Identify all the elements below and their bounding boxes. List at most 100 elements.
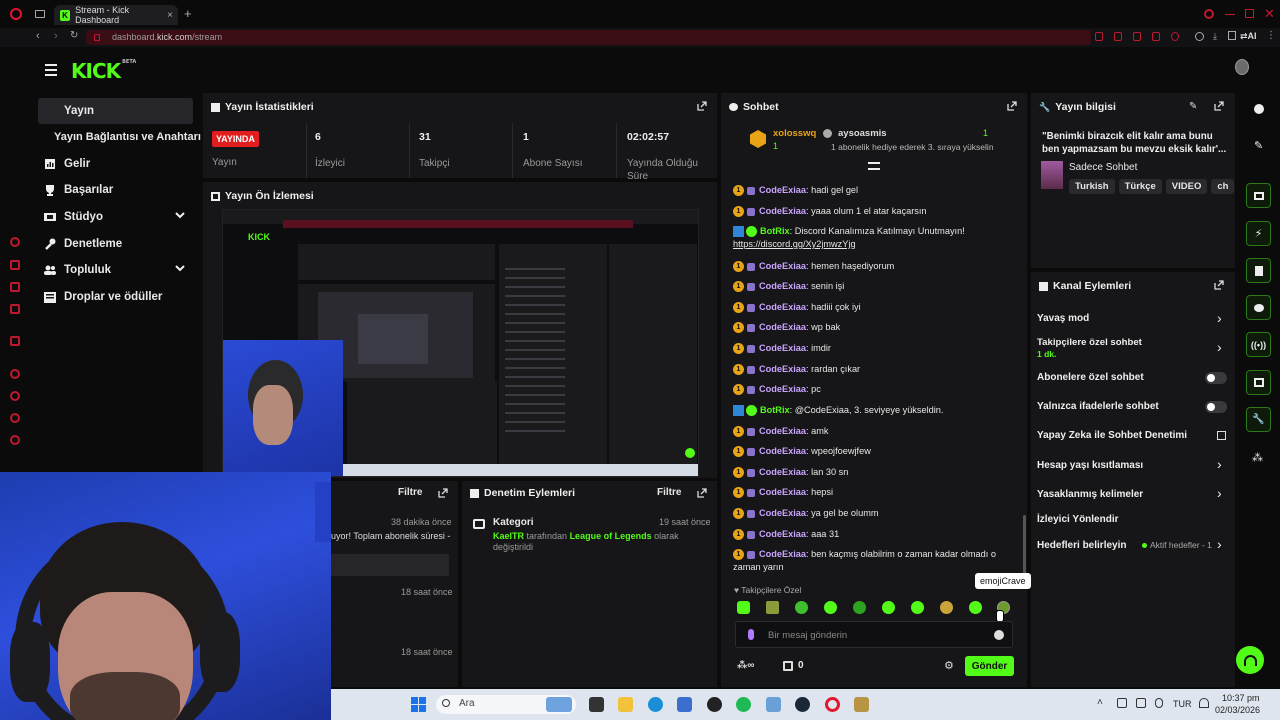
ai-moderation-item[interactable]: Yapay Zeka ile Sohbet Denetimi (1037, 430, 1187, 441)
chat-scrollbar[interactable] (1023, 515, 1026, 575)
emoji-7-icon[interactable] (911, 601, 924, 614)
back-button[interactable]: ‹ (36, 30, 40, 42)
close-window-button[interactable]: ✕ (1264, 6, 1275, 22)
new-tab-button[interactable]: + (184, 6, 192, 21)
tab-list-icon[interactable] (35, 10, 45, 18)
tray-icons[interactable] (1117, 698, 1177, 710)
chat-username[interactable]: CodeExiaa (759, 446, 806, 456)
category-thumbnail[interactable] (1041, 161, 1063, 189)
profile-icon[interactable] (1195, 32, 1204, 41)
kick-logo[interactable]: KICK BETA (71, 59, 136, 83)
send-button[interactable]: Gönder (965, 656, 1014, 676)
emoji-6-icon[interactable] (882, 601, 895, 614)
chevron-right-icon[interactable]: › (1217, 456, 1222, 472)
rail-camera-icon[interactable] (1246, 183, 1271, 208)
chat-username[interactable]: CodeExiaa (759, 529, 806, 539)
community-icon[interactable]: ⁂ (1252, 451, 1263, 464)
opera-logo-icon[interactable] (10, 8, 22, 20)
emoji-3-icon[interactable] (795, 601, 808, 614)
edit-pencil-icon[interactable]: ✎ (1189, 101, 1197, 112)
opera-sidebar-icon-2[interactable] (10, 260, 20, 270)
forward-button[interactable]: › (54, 30, 58, 42)
minimize-button[interactable] (1225, 14, 1235, 15)
emoji-1-icon[interactable] (737, 601, 750, 614)
rail-document-icon[interactable] (1246, 258, 1271, 283)
language-indicator[interactable]: TUR (1173, 699, 1192, 709)
spotify-icon[interactable] (736, 697, 751, 712)
opera-sidebar-icon-6[interactable] (10, 369, 20, 379)
opera-settings-icon[interactable] (10, 435, 20, 445)
opera-sidebar-icon-8[interactable] (10, 413, 20, 423)
subs-chat-toggle[interactable] (1205, 372, 1227, 384)
tag-turkce[interactable]: Türkçe (1118, 179, 1162, 194)
opera-icon[interactable] (825, 697, 840, 712)
tag-turkish[interactable]: Turkish (1069, 179, 1115, 194)
lol-icon[interactable] (854, 697, 869, 712)
extension-icons[interactable] (1095, 32, 1179, 41)
clock-time[interactable]: 10:37 pm (1222, 693, 1260, 703)
chat-username[interactable]: CodeExiaa (759, 487, 806, 497)
gifter-2-name[interactable]: aysoasmis (838, 128, 887, 139)
filter-button[interactable]: Filtre (398, 487, 422, 498)
pencil-icon[interactable]: ✎ (1254, 139, 1263, 152)
windows-start-icon[interactable] (411, 697, 426, 712)
chat-username[interactable]: CodeExiaa (759, 508, 806, 518)
chevron-right-icon[interactable]: › (1217, 310, 1222, 326)
mic-icon[interactable] (748, 629, 754, 640)
user-avatar[interactable] (1235, 59, 1249, 75)
community-points-icon[interactable]: ⁂∞ (737, 660, 754, 671)
expand-icon[interactable] (1007, 101, 1017, 111)
opera-sidebar-icon-4[interactable] (10, 304, 20, 314)
info-icon[interactable] (1254, 104, 1264, 114)
external-link-icon[interactable] (1217, 431, 1226, 440)
search-tabs-icon[interactable] (1204, 9, 1214, 19)
mod-entry-user[interactable]: KaelTR (493, 531, 524, 541)
slow-mode-item[interactable]: Yavaş mod (1037, 313, 1089, 324)
clock-date[interactable]: 02/03/2026 (1215, 705, 1260, 715)
emoji-picker-icon[interactable] (994, 630, 1004, 640)
taskview-icon[interactable] (589, 697, 604, 712)
browser-tab-active[interactable]: K Stream - Kick Dashboard × (54, 5, 178, 25)
edge-icon[interactable] (648, 697, 663, 712)
store-icon[interactable] (677, 697, 692, 712)
chat-username[interactable]: CodeExiaa (759, 281, 806, 291)
rail-broadcast-icon[interactable]: ((•)) (1246, 332, 1271, 357)
stream-preview-video[interactable]: KICK (222, 209, 699, 477)
address-input[interactable]: dashboard.kick.com/stream (86, 30, 1091, 45)
taskbar-search[interactable]: Ara (436, 695, 576, 714)
chevron-right-icon[interactable]: › (1217, 536, 1222, 552)
chat-username[interactable]: CodeExiaa (759, 426, 806, 436)
nav-item-stream-key[interactable]: Yayın Bağlantısı ve Anahtarı (38, 124, 203, 150)
chat-link[interactable]: https://discord.gg/Xy2jmwzYjg (733, 239, 856, 249)
chat-username[interactable]: CodeExiaa (759, 185, 806, 195)
network-icon[interactable] (1199, 698, 1209, 708)
nav-item-drops[interactable]: Droplar ve ödüller (38, 284, 193, 310)
rail-display-icon[interactable] (1246, 370, 1271, 395)
gifter-1-name[interactable]: xolosswq (773, 128, 816, 139)
emotes-chat-toggle[interactable] (1205, 401, 1227, 413)
tag-video[interactable]: VIDEO (1165, 179, 1208, 194)
followers-chat-item[interactable]: Takipçilere özel sohbet (1037, 337, 1142, 348)
opera-sidebar-icon-7[interactable] (10, 391, 20, 401)
hamburger-menu-icon[interactable] (45, 64, 57, 76)
support-headset-icon[interactable] (1236, 646, 1264, 674)
chat-username[interactable]: CodeExiaa (759, 364, 806, 374)
rail-wrench-icon[interactable]: 🔧 (1246, 407, 1271, 432)
opera-sidebar-icon-1[interactable] (10, 237, 20, 247)
chat-username[interactable]: BotRix (760, 405, 790, 415)
maximize-button[interactable] (1245, 9, 1254, 18)
tag-chat[interactable]: ch (1211, 179, 1235, 194)
tab-close-icon[interactable]: × (167, 10, 173, 21)
mod-entry-game[interactable]: League of Legends (570, 531, 652, 541)
emoji-5-icon[interactable] (853, 601, 866, 614)
expand-icon[interactable] (1214, 280, 1224, 290)
chevron-right-icon[interactable]: › (1217, 339, 1222, 355)
nav-item-achievements[interactable]: Başarılar (38, 177, 193, 203)
nav-item-moderation[interactable]: Denetleme (38, 231, 193, 257)
chat-username[interactable]: CodeExiaa (759, 261, 806, 271)
menu-icon[interactable]: ⋮ (1266, 30, 1276, 41)
emoji-2-icon[interactable] (766, 601, 779, 614)
reload-button[interactable]: ↻ (70, 30, 78, 41)
opera-sidebar-icon-3[interactable] (10, 282, 20, 292)
chat-username[interactable]: CodeExiaa (759, 322, 806, 332)
